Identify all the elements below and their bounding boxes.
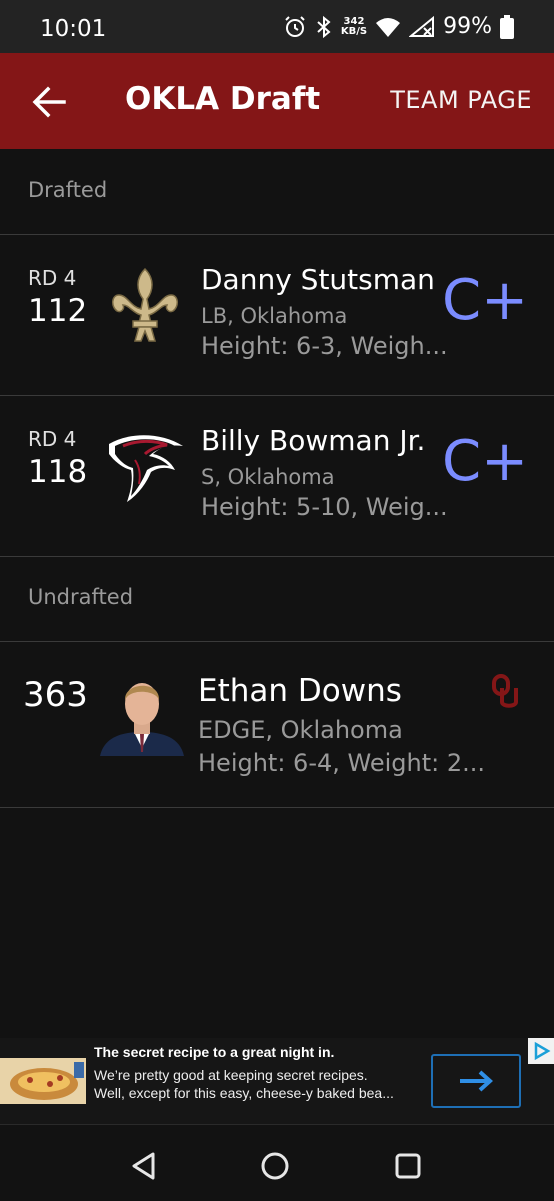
ad-banner[interactable]: The secret recipe to a great night in. W… (0, 1038, 554, 1124)
ad-image (0, 1058, 86, 1104)
falcons-logo-icon (109, 435, 183, 502)
wifi-icon (376, 17, 401, 37)
section-label: Drafted (28, 178, 108, 202)
prospect-rank: 363 (23, 675, 88, 715)
bluetooth-icon (317, 15, 331, 38)
section-label: Undrafted (28, 585, 134, 609)
team-page-button[interactable]: TEAM PAGE (390, 86, 532, 114)
app-bar: OKLA Draft TEAM PAGE (0, 53, 554, 149)
draft-grade: C+ (441, 429, 528, 494)
pick-number: 118 (28, 454, 88, 490)
nav-recents-icon[interactable] (393, 1151, 423, 1181)
signal-off-icon (409, 15, 435, 37)
pick-number: 112 (28, 293, 88, 329)
player-headshot (100, 672, 184, 756)
player-measurements: Height: 6-4, Weight: 2... (198, 749, 485, 777)
round-label: RD 4 (28, 266, 77, 290)
player-name: Billy Bowman Jr. (201, 424, 426, 457)
battery-percent: 99% (443, 14, 492, 39)
system-nav-bar (0, 1124, 554, 1201)
battery-icon (500, 14, 514, 39)
section-header-undrafted: Undrafted (0, 557, 554, 642)
net-speed: 342 KB/S (340, 15, 368, 37)
player-name: Ethan Downs (198, 673, 402, 709)
drafted-player-row[interactable]: RD 4 118 Billy Bowman Jr. S, Oklahoma He… (0, 396, 554, 557)
oklahoma-ou-icon (492, 674, 518, 708)
status-bar: 10:01 342 KB/S 99% (0, 0, 554, 53)
drafted-player-row[interactable]: RD 4 112 Danny Stutsman LB, Oklahoma Hei… (0, 235, 554, 396)
player-position-school: LB, Oklahoma (201, 304, 348, 328)
ad-cta-button[interactable] (431, 1054, 521, 1108)
back-button[interactable] (30, 83, 68, 121)
saints-fleur-de-lis-icon (112, 267, 178, 342)
section-header-drafted: Drafted (0, 150, 554, 235)
player-measurements: Height: 5-10, Weig... (201, 493, 448, 521)
player-position-school: S, Oklahoma (201, 465, 335, 489)
undrafted-player-row[interactable]: 363 Ethan Downs EDGE, Oklahoma Height: 6… (0, 642, 554, 808)
status-icons: 342 KB/S 99% (283, 14, 514, 39)
ad-choices-icon[interactable] (528, 1038, 554, 1064)
nav-home-icon[interactable] (260, 1151, 290, 1181)
draft-grade: C+ (441, 268, 528, 333)
ad-body: We’re pretty good at keeping secret reci… (94, 1067, 394, 1101)
arrow-right-icon (460, 1070, 493, 1092)
player-position-school: EDGE, Oklahoma (198, 716, 403, 744)
player-name: Danny Stutsman (201, 263, 435, 296)
nav-back-icon[interactable] (129, 1151, 159, 1181)
status-time: 10:01 (40, 16, 107, 42)
alarm-icon (285, 15, 305, 37)
page-title: OKLA Draft (125, 81, 321, 117)
ad-title: The secret recipe to a great night in. (94, 1044, 335, 1060)
arrow-left-icon (32, 86, 66, 118)
round-label: RD 4 (28, 427, 77, 451)
player-measurements: Height: 6-3, Weigh... (201, 332, 448, 360)
